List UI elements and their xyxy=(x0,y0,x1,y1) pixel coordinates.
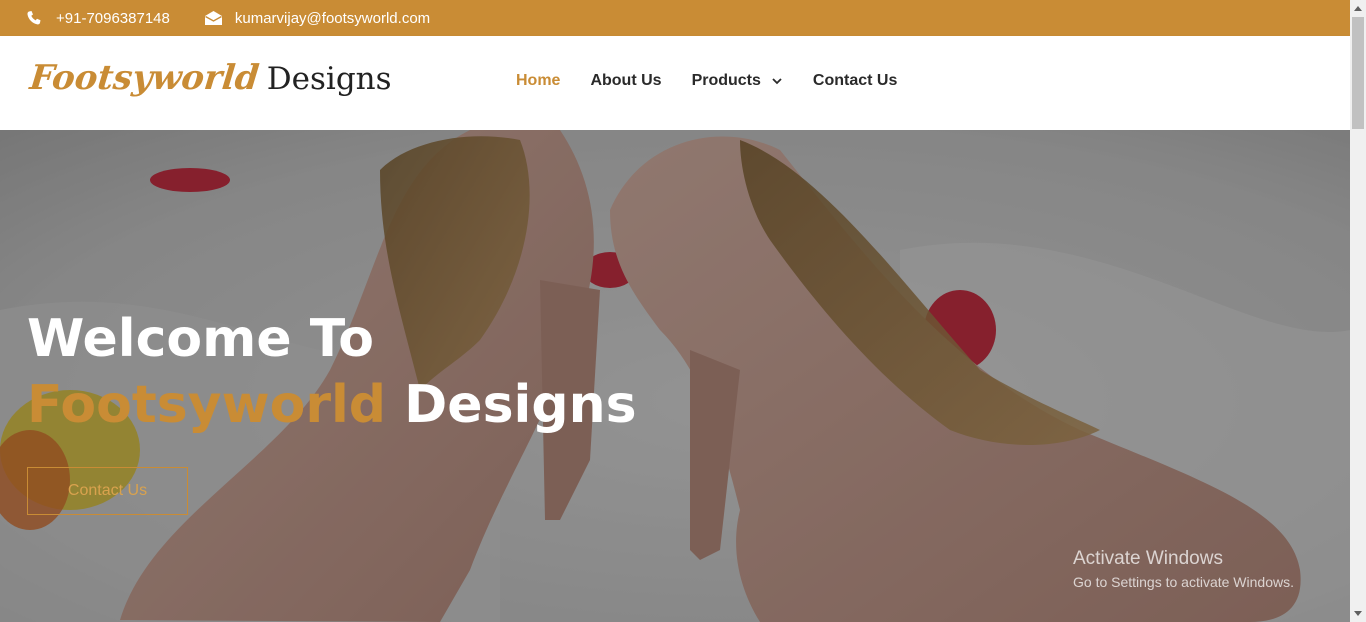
scroll-down-arrow-icon[interactable] xyxy=(1350,606,1366,622)
hero-line1: Welcome To xyxy=(27,309,374,369)
envelope-icon xyxy=(204,10,223,26)
watermark-title: Activate Windows xyxy=(1073,548,1223,569)
phone-icon xyxy=(26,10,42,26)
windows-activation-watermark: Activate Windows Go to Settings to activ… xyxy=(1073,548,1294,590)
phone-contact[interactable]: +91-7096387148 xyxy=(26,10,170,27)
chevron-down-icon xyxy=(771,75,783,87)
site-logo[interactable]: Footsyworld Designs xyxy=(27,58,392,98)
logo-part2: Designs xyxy=(266,61,392,97)
watermark-subtitle: Go to Settings to activate Windows. xyxy=(1073,574,1294,590)
hero-section: Welcome To Footsyworld Designs Contact U… xyxy=(0,130,1350,622)
nav-products[interactable]: Products xyxy=(692,72,783,90)
hero-brand-highlight: Footsyworld xyxy=(27,375,387,435)
site-header: Footsyworld Designs Home About Us Produc… xyxy=(0,36,1350,130)
logo-part1: Footsyworld xyxy=(27,58,261,98)
top-contact-bar: +91-7096387148 kumarvijay@footsyworld.co… xyxy=(0,0,1350,36)
email-address: kumarvijay@footsyworld.com xyxy=(234,9,431,27)
page-scrollbar[interactable] xyxy=(1350,0,1366,622)
scrollbar-thumb[interactable] xyxy=(1352,17,1364,129)
scroll-up-arrow-icon[interactable] xyxy=(1350,0,1366,16)
phone-number: +91-7096387148 xyxy=(56,9,170,27)
nav-contact-us[interactable]: Contact Us xyxy=(813,72,897,90)
hero-heading: Welcome To Footsyworld Designs xyxy=(27,306,637,438)
nav-products-label: Products xyxy=(691,72,761,89)
nav-home[interactable]: Home xyxy=(516,72,560,90)
email-contact[interactable]: kumarvijay@footsyworld.com xyxy=(204,10,430,27)
nav-about-us[interactable]: About Us xyxy=(590,72,661,90)
hero-contact-button[interactable]: Contact Us xyxy=(27,467,188,515)
main-nav: Home About Us Products Contact Us xyxy=(516,72,927,90)
hero-line2-rest: Designs xyxy=(404,375,637,435)
